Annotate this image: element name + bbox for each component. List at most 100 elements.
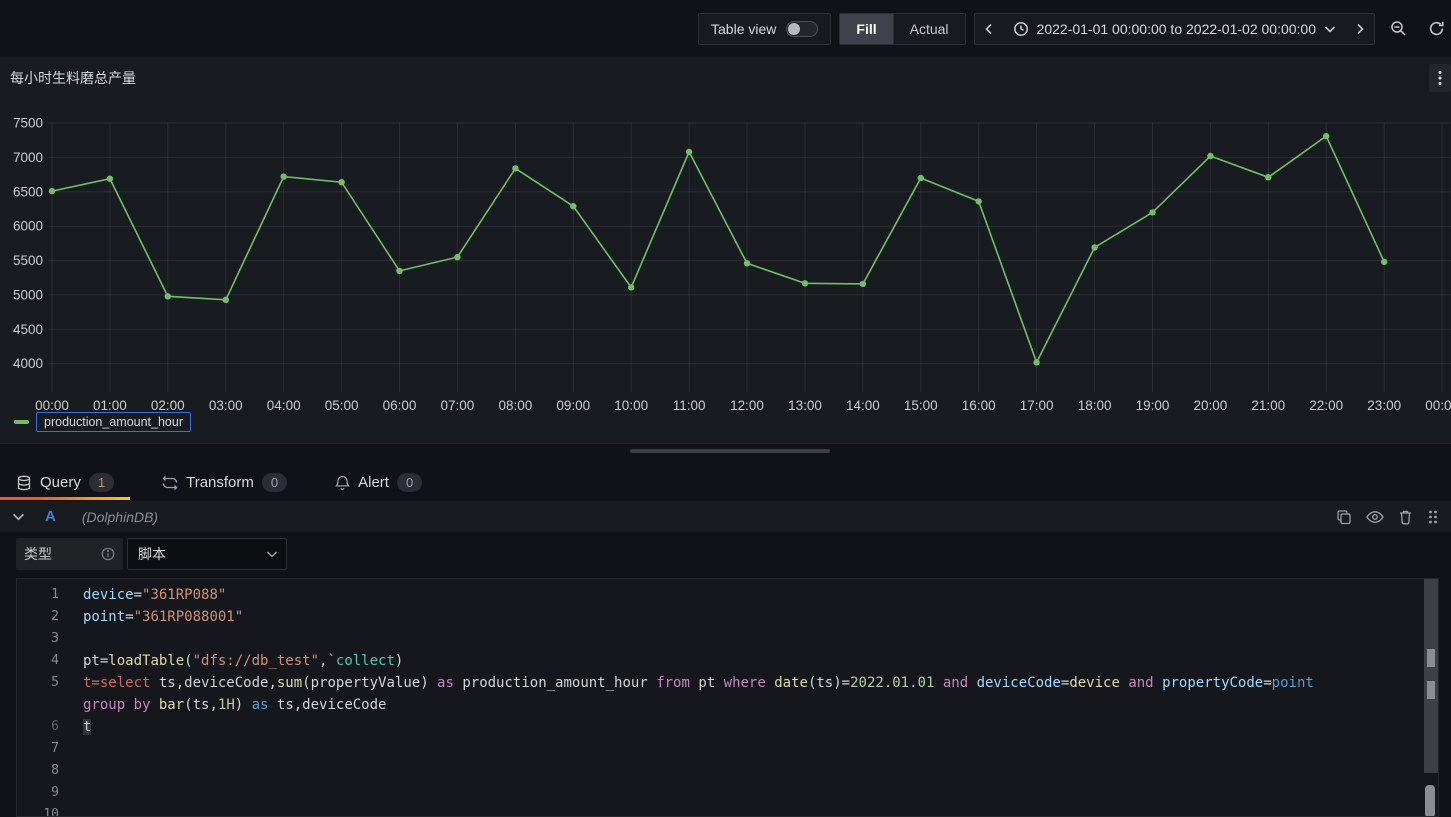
svg-text:6000: 6000 xyxy=(13,219,43,234)
svg-text:4000: 4000 xyxy=(13,356,43,371)
code-lines[interactable]: 1device="361RP088"2point="361RP088001"34… xyxy=(17,579,1438,817)
svg-text:10:00: 10:00 xyxy=(614,398,648,413)
svg-text:19:00: 19:00 xyxy=(1136,398,1170,413)
time-range-text: 2022-01-01 00:00:00 to 2022-01-02 00:00:… xyxy=(1037,21,1316,37)
svg-text:04:00: 04:00 xyxy=(267,398,301,413)
grafana-panel-edit-page: Table view Fill Actual 2022-01-01 00:00:… xyxy=(0,0,1451,817)
script-code-editor[interactable]: 1device="361RP088"2point="361RP088001"34… xyxy=(16,578,1439,817)
code-line[interactable]: 10 xyxy=(17,804,1438,817)
series-name-field[interactable]: production_amount_hour xyxy=(36,412,191,432)
code-line[interactable]: 8 xyxy=(17,760,1438,782)
zoom-out-button[interactable] xyxy=(1383,0,1413,57)
code-line[interactable]: 6t xyxy=(17,716,1438,738)
refresh-button[interactable] xyxy=(1421,0,1451,57)
panel-menu-button[interactable] xyxy=(1429,64,1451,92)
bell-icon xyxy=(335,475,350,491)
tab-alert[interactable]: Alert 0 xyxy=(319,465,438,500)
code-line[interactable]: 5t=select ts,deviceCode,sum(propertyValu… xyxy=(17,672,1438,694)
eye-icon xyxy=(1366,510,1384,524)
line-number: 10 xyxy=(17,804,67,817)
hide-query-button[interactable] xyxy=(1366,510,1384,524)
editor-scrollbar-thumb[interactable] xyxy=(1425,785,1435,817)
fill-actual-group: Fill Actual xyxy=(839,13,965,45)
minimap[interactable] xyxy=(1424,579,1438,773)
time-range-group: 2022-01-01 00:00:00 to 2022-01-02 00:00:… xyxy=(974,13,1375,45)
time-series-chart[interactable]: 4000450050005500600065007000750000:0001:… xyxy=(0,110,1451,415)
svg-text:15:00: 15:00 xyxy=(904,398,938,413)
actual-button[interactable]: Actual xyxy=(893,14,965,44)
series-color-swatch[interactable] xyxy=(14,420,29,424)
svg-text:06:00: 06:00 xyxy=(383,398,417,413)
clock-icon xyxy=(1013,21,1029,37)
minimap-mark xyxy=(1427,649,1435,667)
svg-text:16:00: 16:00 xyxy=(962,398,996,413)
magnifier-minus-icon xyxy=(1390,20,1407,37)
query-row-header[interactable]: A (DolphinDB) xyxy=(0,501,1451,532)
info-icon[interactable] xyxy=(101,547,115,561)
code-line[interactable]: 7 xyxy=(17,738,1438,760)
svg-text:03:00: 03:00 xyxy=(209,398,243,413)
svg-text:7500: 7500 xyxy=(13,116,43,131)
query-options-row: 类型 脚本 xyxy=(16,538,287,570)
svg-text:09:00: 09:00 xyxy=(556,398,590,413)
code-line[interactable]: 1device="361RP088" xyxy=(17,584,1438,606)
delete-query-button[interactable] xyxy=(1398,509,1413,525)
editor-tabs: Query 1 Transform 0 Alert 0 xyxy=(0,465,1451,500)
tab-query[interactable]: Query 1 xyxy=(0,465,130,500)
line-number: 3 xyxy=(17,628,67,650)
svg-text:07:00: 07:00 xyxy=(441,398,475,413)
tab-count-badge: 1 xyxy=(89,473,114,492)
panel-title[interactable]: 每小时生料磨总产量 xyxy=(10,68,136,88)
tab-count-badge: 0 xyxy=(262,473,287,492)
refresh-icon xyxy=(1428,20,1445,37)
line-number: 8 xyxy=(17,760,67,782)
duplicate-query-button[interactable] xyxy=(1336,509,1352,525)
svg-text:12:00: 12:00 xyxy=(730,398,764,413)
tab-label: Query xyxy=(40,474,81,491)
line-number: 2 xyxy=(17,606,67,628)
chevron-down-icon xyxy=(266,548,278,560)
code-line[interactable]: 9 xyxy=(17,782,1438,804)
svg-text:17:00: 17:00 xyxy=(1020,398,1054,413)
svg-text:18:00: 18:00 xyxy=(1078,398,1112,413)
svg-text:5500: 5500 xyxy=(13,253,43,268)
timeseries-panel: 每小时生料磨总产量 400045005000550060006500700075… xyxy=(0,57,1451,444)
type-select-value: 脚本 xyxy=(138,544,166,564)
code-line[interactable]: 3 xyxy=(17,628,1438,650)
svg-text:7000: 7000 xyxy=(13,150,43,165)
code-line[interactable]: group by bar(ts,1H) as ts,deviceCode xyxy=(17,694,1438,716)
pane-resize-handle[interactable] xyxy=(630,449,830,453)
svg-text:5000: 5000 xyxy=(13,287,43,302)
time-shift-back-button[interactable] xyxy=(975,14,1003,44)
svg-text:23:00: 23:00 xyxy=(1367,398,1401,413)
svg-text:11:00: 11:00 xyxy=(673,398,706,413)
svg-text:00:00: 00:00 xyxy=(35,398,69,413)
table-view-switch[interactable] xyxy=(786,21,818,37)
svg-text:05:00: 05:00 xyxy=(325,398,359,413)
line-number: 1 xyxy=(17,584,67,606)
tab-label: Alert xyxy=(358,474,389,491)
type-label-chip: 类型 xyxy=(16,538,123,570)
line-number: 4 xyxy=(17,650,67,672)
code-line[interactable]: 4pt=loadTable("dfs://db_test",`collect) xyxy=(17,650,1438,672)
svg-text:14:00: 14:00 xyxy=(846,398,880,413)
tab-transform[interactable]: Transform 0 xyxy=(146,465,303,500)
type-select[interactable]: 脚本 xyxy=(127,538,287,570)
line-number xyxy=(17,694,67,716)
database-icon xyxy=(16,475,32,491)
copy-icon xyxy=(1336,509,1352,525)
code-line[interactable]: 2point="361RP088001" xyxy=(17,606,1438,628)
drag-query-handle[interactable] xyxy=(1427,509,1439,525)
fill-button[interactable]: Fill xyxy=(840,14,892,44)
svg-text:08:00: 08:00 xyxy=(499,398,533,413)
time-range-button[interactable]: 2022-01-01 00:00:00 to 2022-01-02 00:00:… xyxy=(1003,14,1346,44)
type-label: 类型 xyxy=(24,544,52,564)
line-number: 5 xyxy=(17,672,67,694)
collapse-chevron-icon[interactable] xyxy=(12,510,25,523)
transform-icon xyxy=(162,475,178,491)
chevron-down-icon xyxy=(1324,23,1336,35)
svg-text:00:00: 00:00 xyxy=(1425,398,1451,413)
chart-legend: production_amount_hour xyxy=(14,412,191,432)
query-row-actions xyxy=(1336,509,1439,525)
time-shift-forward-button[interactable] xyxy=(1346,14,1374,44)
